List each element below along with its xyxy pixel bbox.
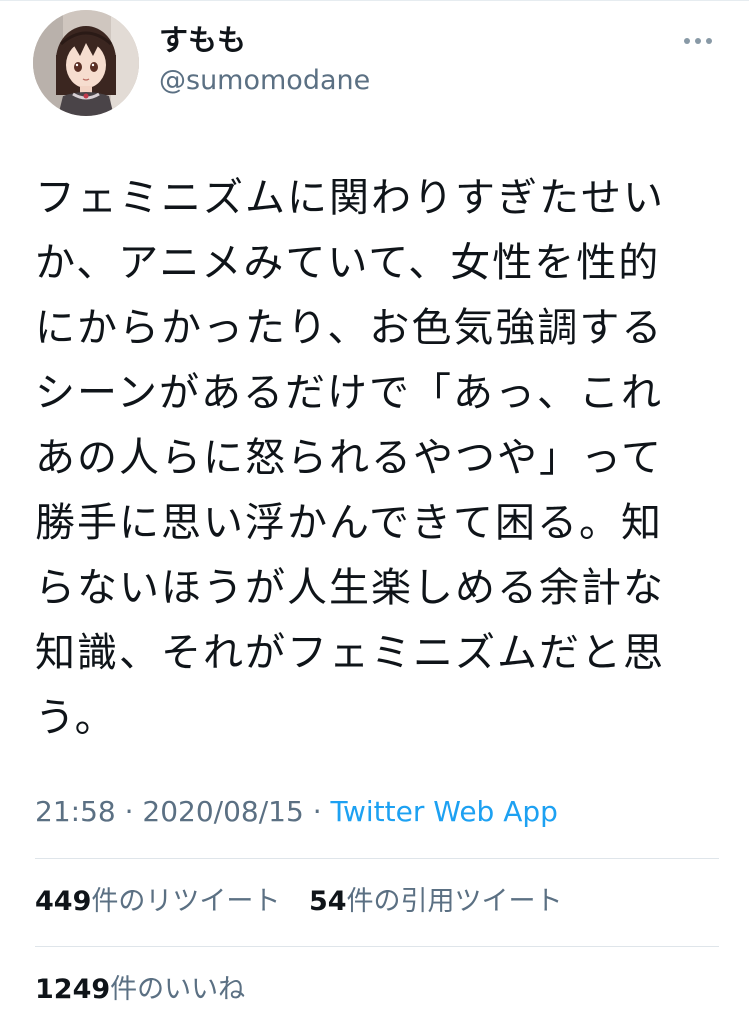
quotes-count: 54: [308, 886, 347, 917]
meta-separator: ·: [312, 795, 322, 828]
retweets-count: 449: [35, 886, 92, 917]
more-options-button[interactable]: [676, 26, 720, 56]
tweet-time[interactable]: 21:58: [35, 795, 116, 828]
author-handle[interactable]: @sumomodane: [159, 64, 370, 98]
engagement-stats-row: 449件のリツイート 54件の引用ツイート: [35, 884, 583, 920]
quotes-label: 件の引用ツイート: [346, 886, 563, 917]
tweet-meta: 21:58 · 2020/08/15 · Twitter Web App: [35, 794, 558, 830]
divider: [35, 946, 719, 947]
avatar[interactable]: [33, 10, 139, 116]
likes-stats-row: 1249件のいいね: [35, 972, 265, 1008]
top-border: [0, 0, 749, 1]
tweet-source-link[interactable]: Twitter Web App: [331, 795, 558, 828]
likes-label: 件のいいね: [110, 974, 246, 1005]
retweets-stat[interactable]: 449件のリツイート: [35, 886, 280, 917]
avatar-image: [33, 10, 139, 116]
retweets-label: 件のリツイート: [91, 886, 281, 917]
more-horizontal-icon-dot: [695, 38, 701, 44]
meta-separator: ·: [124, 795, 134, 828]
author-display-name[interactable]: すもも: [159, 22, 246, 58]
divider: [35, 858, 719, 859]
tweet-text: フェミニズムに関わりすぎたせい か、アニメみていて、女性を性的 にからかったり、…: [35, 175, 665, 741]
tweet-detail: すもも @sumomodane フェミニズムに関わりすぎたせい か、アニメみてい…: [0, 0, 749, 1026]
quotes-stat[interactable]: 54件の引用ツイート: [309, 886, 563, 917]
tweet-date[interactable]: 2020/08/15: [142, 795, 303, 828]
likes-count: 1249: [35, 974, 111, 1005]
more-horizontal-icon: [684, 38, 690, 44]
likes-stat[interactable]: 1249件のいいね: [35, 974, 245, 1005]
more-horizontal-icon-dot: [706, 38, 712, 44]
